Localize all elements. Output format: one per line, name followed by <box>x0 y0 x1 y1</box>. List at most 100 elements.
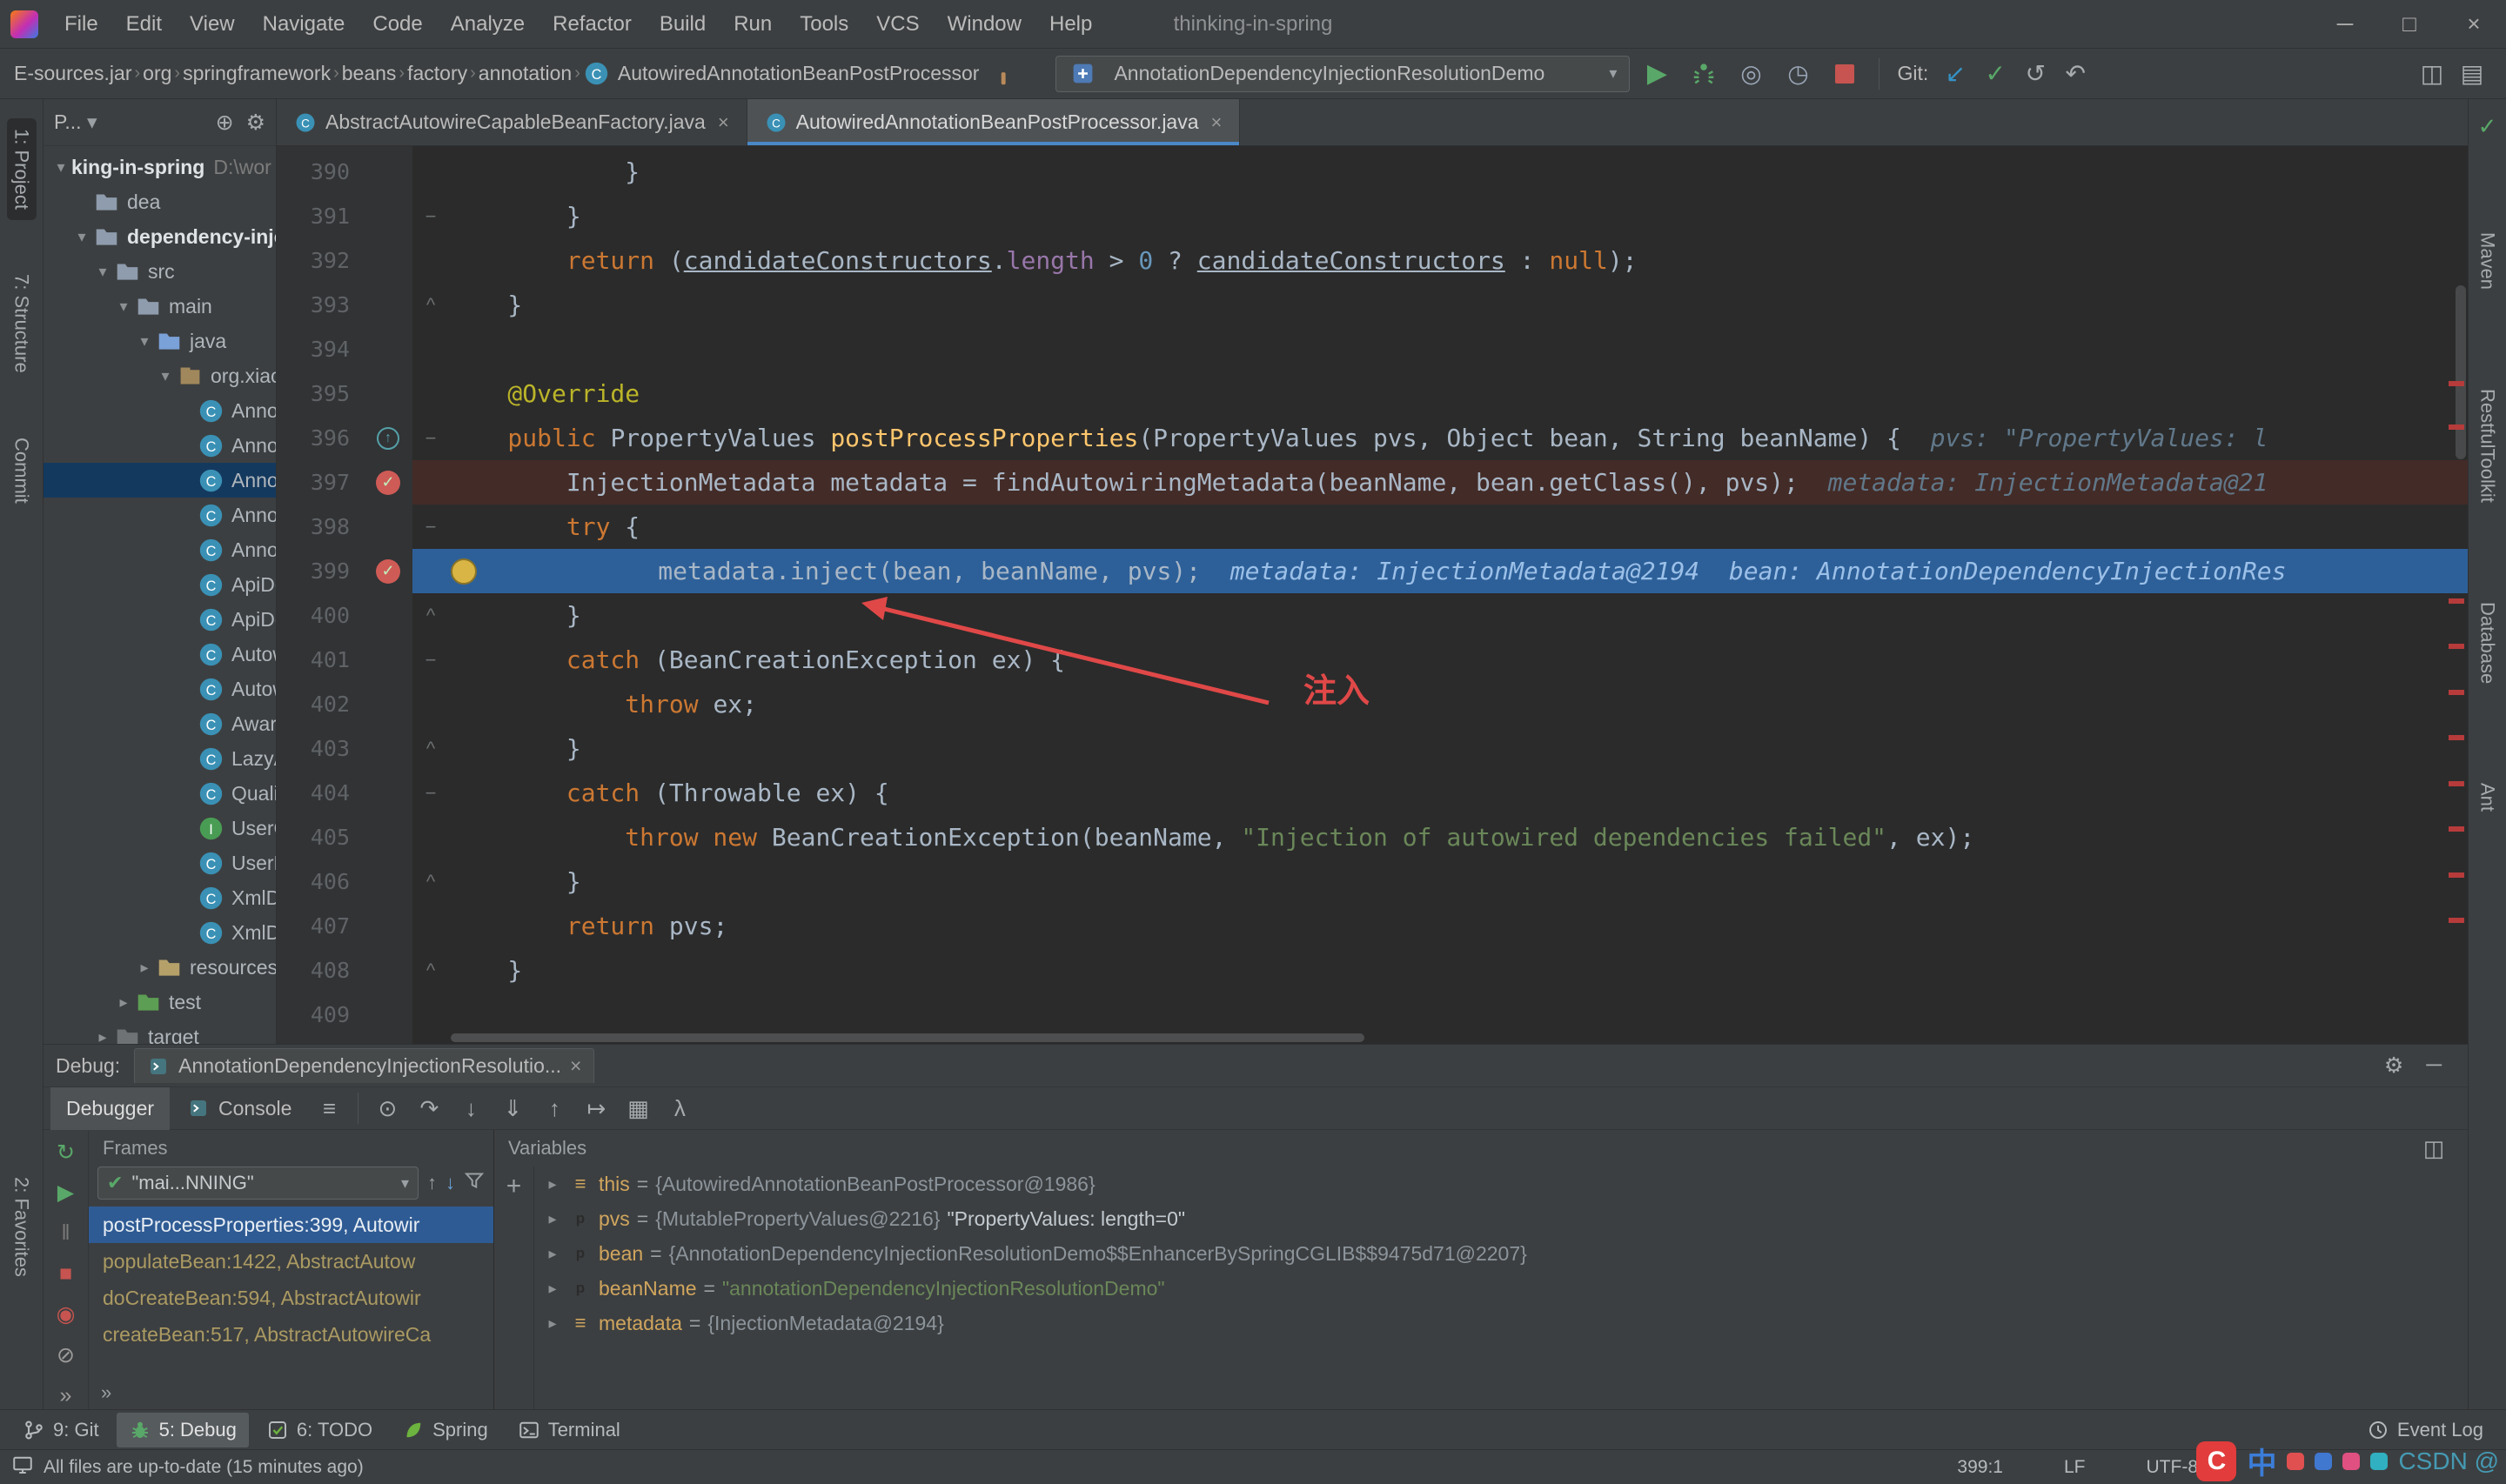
code-line[interactable]: 396↑− public PropertyValues postProcessP… <box>277 416 2468 460</box>
tree-item[interactable]: CAutowiri <box>44 637 276 672</box>
tree-item[interactable]: CApiDepe <box>44 602 276 637</box>
menu-run[interactable]: Run <box>720 12 786 37</box>
previous-frame-icon[interactable]: ↑ <box>427 1172 437 1194</box>
tool-stripe-button-7-structure[interactable]: 7: Structure <box>7 264 37 384</box>
show-execution-point-icon[interactable]: ⊙ <box>367 1091 407 1126</box>
tab-console[interactable]: Console <box>171 1087 307 1130</box>
fold-marker[interactable]: ^ <box>412 871 449 893</box>
close-icon[interactable]: × <box>718 111 729 134</box>
frame-row[interactable]: postProcessProperties:399, Autowir <box>89 1207 493 1243</box>
settings-icon[interactable]: ⚙ <box>2384 1053 2403 1079</box>
code-line[interactable]: 407 return pvs; <box>277 904 2468 948</box>
code-line[interactable]: 397✓ InjectionMetadata metadata = findAu… <box>277 460 2468 505</box>
horizontal-scrollbar[interactable] <box>451 1033 1364 1042</box>
minimize-button[interactable]: ─ <box>2313 0 2377 49</box>
next-frame-icon[interactable]: ↓ <box>446 1172 455 1194</box>
frame-row[interactable]: createBean:517, AbstractAutowireCa <box>89 1316 493 1353</box>
rollback-icon[interactable]: ↶ <box>2055 54 2095 94</box>
menu-view[interactable]: View <box>176 12 249 37</box>
coverage-button[interactable]: ◎ <box>1731 54 1771 94</box>
layout-icon[interactable]: ◫ <box>2414 1131 2454 1166</box>
build-hammer-icon[interactable]: rect x="1.5" y="3" width="9" height="4.5… <box>986 54 1026 94</box>
tool-window-button-spring[interactable]: Spring <box>390 1413 500 1447</box>
line-separator[interactable]: LF <box>2064 1457 2086 1478</box>
breadcrumb-item[interactable]: AutowiredAnnotationBeanPostProcessor <box>618 62 980 85</box>
close-icon[interactable]: × <box>570 1054 581 1078</box>
code-line[interactable]: 400^ } <box>277 593 2468 638</box>
run-button[interactable]: ▶ <box>1637 54 1677 94</box>
tree-item[interactable]: CAnnotati <box>44 463 276 498</box>
layout-menu-icon[interactable]: ≡ <box>309 1091 349 1126</box>
run-configuration-select[interactable]: AnnotationDependencyInjectionResolutionD… <box>1055 56 1630 92</box>
tree-item[interactable]: CAnnotati <box>44 498 276 532</box>
tool-stripe-button-database[interactable]: Database <box>2473 592 2503 694</box>
fold-marker[interactable]: − <box>412 205 449 228</box>
thread-selector[interactable]: ✔ "mai...NNING" ▾ <box>97 1166 419 1200</box>
variable-row[interactable]: ▸pbean = {AnnotationDependencyInjectionR… <box>534 1236 2468 1271</box>
code-line[interactable]: 398− try { <box>277 505 2468 549</box>
add-watch-button[interactable]: + <box>506 1172 522 1201</box>
chevron-down-icon[interactable]: ▾ <box>113 297 134 316</box>
expand-arrow-icon[interactable]: ▸ <box>543 1314 562 1333</box>
frame-row[interactable]: populateBean:1422, AbstractAutow <box>89 1243 493 1280</box>
override-method-icon[interactable]: ↑ <box>364 416 412 460</box>
tool-window-button-terminal[interactable]: Terminal <box>506 1413 633 1447</box>
variable-row[interactable]: ▸≡this = {AutowiredAnnotationBeanPostPro… <box>534 1166 2468 1201</box>
menu-window[interactable]: Window <box>934 12 1035 37</box>
tree-item[interactable]: ▾java <box>44 324 276 358</box>
tree-item[interactable]: ▾dependency-injection <box>44 219 276 254</box>
expand-arrow-icon[interactable]: ▸ <box>543 1245 562 1263</box>
tree-item[interactable]: ▸target <box>44 1019 276 1044</box>
breadcrumb-item[interactable]: springframework <box>183 62 331 85</box>
history-icon[interactable]: ↺ <box>2015 54 2055 94</box>
editor-tab[interactable]: CAutowiredAnnotationBeanPostProcessor.ja… <box>747 99 1241 145</box>
debug-session-tab[interactable]: AnnotationDependencyInjectionResolutio..… <box>134 1048 594 1083</box>
menu-help[interactable]: Help <box>1035 12 1106 37</box>
tree-item[interactable]: CAutowiri <box>44 672 276 706</box>
menu-file[interactable]: File <box>50 12 112 37</box>
maximize-button[interactable]: □ <box>2377 0 2442 49</box>
gear-icon[interactable]: ⚙ <box>246 110 265 136</box>
commit-icon[interactable]: ✓ <box>1975 54 2015 94</box>
expand-arrow-icon[interactable]: ▸ <box>543 1210 562 1228</box>
breadcrumb-item[interactable]: factory <box>407 62 467 85</box>
code-line[interactable]: 392 return (candidateConstructors.length… <box>277 238 2468 283</box>
menu-tools[interactable]: Tools <box>786 12 862 37</box>
hide-icon[interactable]: ─ <box>2426 1053 2442 1079</box>
menu-refactor[interactable]: Refactor <box>539 12 646 37</box>
menu-vcs[interactable]: VCS <box>862 12 933 37</box>
hide-windows-icon[interactable]: ▤ <box>2452 54 2492 94</box>
step-over-icon[interactable]: ↷ <box>409 1091 449 1126</box>
chevron-down-icon[interactable]: ▾ <box>155 367 176 385</box>
tree-item[interactable]: dea <box>44 184 276 219</box>
code-line[interactable]: 404− catch (Throwable ex) { <box>277 771 2468 815</box>
more-icon[interactable]: » <box>51 1381 81 1409</box>
frames-overflow[interactable]: » <box>89 1376 493 1409</box>
tree-item[interactable]: CXmlDepe <box>44 880 276 915</box>
intention-bulb-icon[interactable] <box>451 558 477 585</box>
filter-icon[interactable] <box>464 1170 485 1196</box>
menu-code[interactable]: Code <box>358 12 436 37</box>
code-line[interactable]: 395 @Override <box>277 371 2468 416</box>
tree-item[interactable]: CXmlDepe <box>44 915 276 950</box>
fold-marker[interactable]: − <box>412 427 449 450</box>
tree-item[interactable]: CApiDepe <box>44 567 276 602</box>
menu-navigate[interactable]: Navigate <box>249 12 359 37</box>
menu-edit[interactable]: Edit <box>112 12 176 37</box>
fold-marker[interactable]: ^ <box>412 294 449 317</box>
debug-button[interactable]: ellipse cx="8" cy="9.5" rx="3.6" ry="4.5… <box>1684 54 1724 94</box>
code-line[interactable]: 403^ } <box>277 726 2468 771</box>
code-line[interactable]: 402 throw ex; <box>277 682 2468 726</box>
code-line[interactable]: 406^ } <box>277 859 2468 904</box>
code-line[interactable]: 394 <box>277 327 2468 371</box>
variable-row[interactable]: ▸≡metadata = {InjectionMetadata@2194} <box>534 1306 2468 1340</box>
fold-marker[interactable]: − <box>412 649 449 672</box>
close-button[interactable]: × <box>2442 0 2506 49</box>
tree-item[interactable]: IUserGrou <box>44 811 276 846</box>
profiler-button[interactable]: ◷ <box>1778 54 1818 94</box>
stop-button[interactable] <box>1825 54 1865 94</box>
chevron-down-icon[interactable]: ▾ <box>50 158 71 177</box>
close-icon[interactable]: × <box>1211 111 1223 134</box>
code-line[interactable]: 408^ } <box>277 948 2468 993</box>
breadcrumb-item[interactable]: beans <box>342 62 397 85</box>
